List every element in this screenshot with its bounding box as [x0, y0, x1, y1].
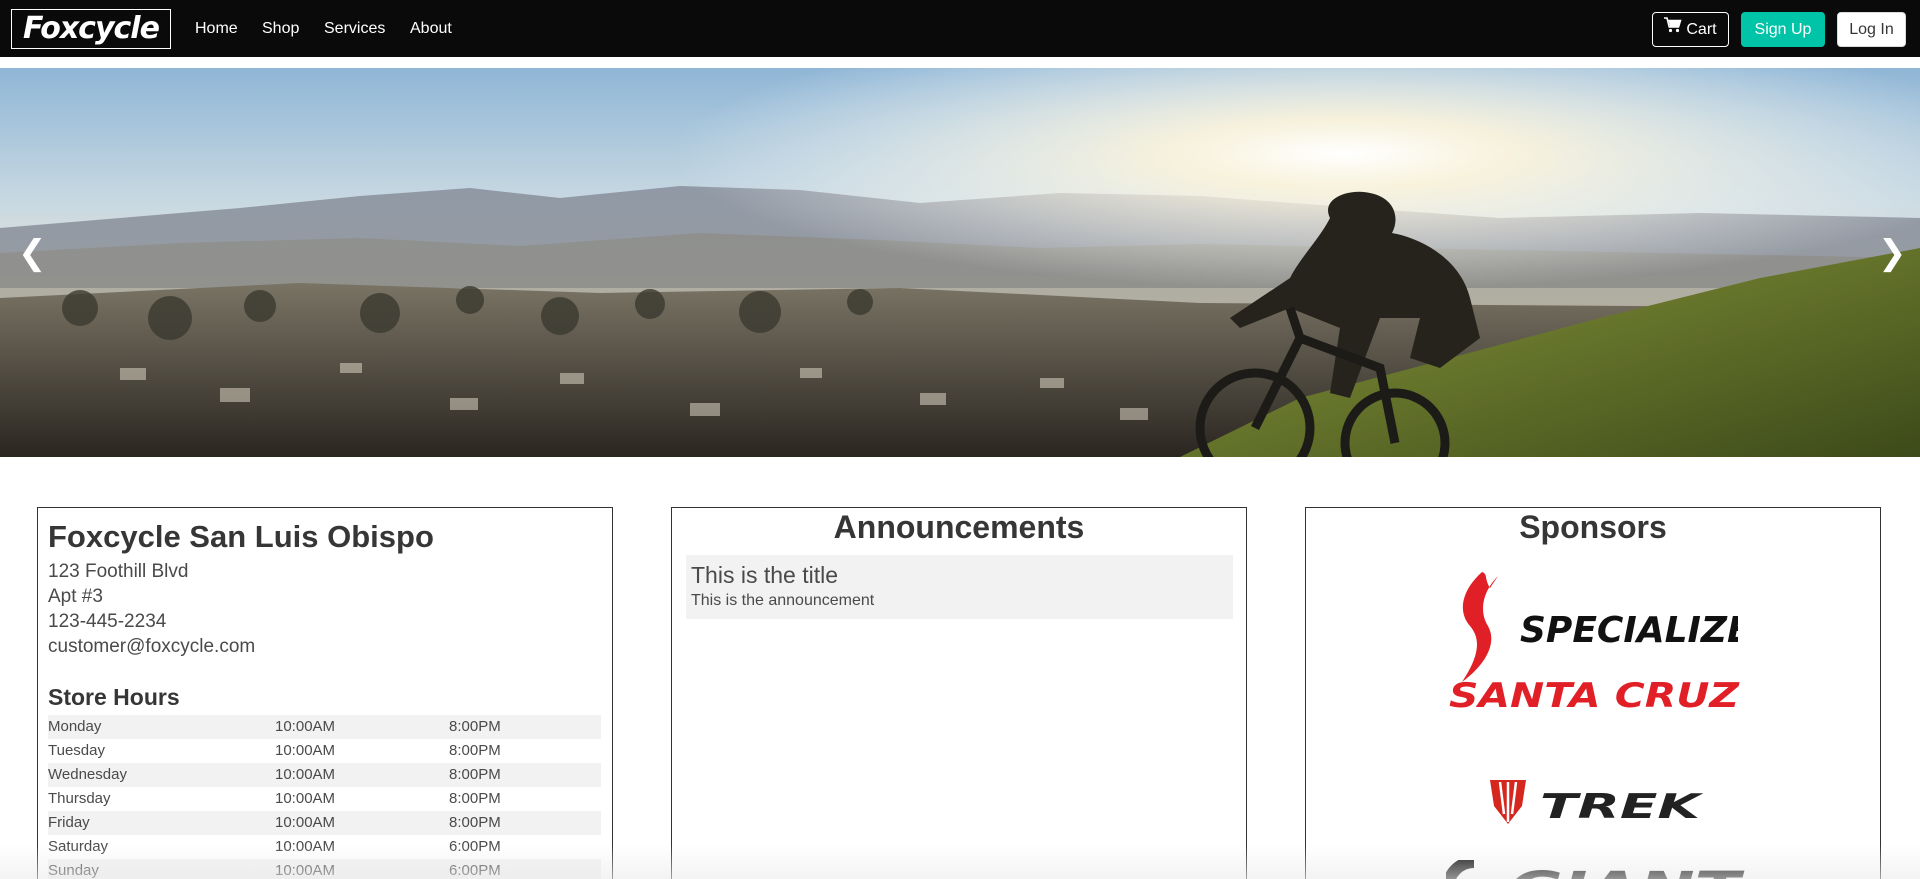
sponsors-heading: Sponsors: [1519, 509, 1667, 545]
hours-day: Saturday: [48, 838, 109, 855]
hours-open: 10:00AM: [275, 838, 336, 855]
hours-open: 10:00AM: [275, 814, 336, 831]
specialized-logo[interactable]: SPECIALIZED: [1454, 570, 1738, 685]
carousel-next-button[interactable]: ❯: [1878, 233, 1907, 273]
giant-logo[interactable]: GIANT: [1446, 860, 1746, 879]
hero-slide-image: [0, 68, 1920, 457]
brand-logo[interactable]: Foxcycle: [11, 9, 171, 49]
nav-about-link[interactable]: About: [410, 18, 452, 40]
hours-close: 6:00PM: [449, 862, 501, 879]
table-row: Thursday 10:00AM 8:00PM: [48, 787, 601, 811]
hours-day: Friday: [48, 814, 90, 831]
announcements-heading: Announcements: [833, 509, 1085, 545]
nav-home-link[interactable]: Home: [195, 18, 238, 40]
announcement-title: This is the title: [691, 562, 838, 588]
shopping-cart-icon: [1664, 12, 1682, 45]
trek-logo-text: TREK: [1540, 787, 1704, 827]
hero-carousel: ❮ ❯: [0, 68, 1920, 457]
navbar: Foxcycle Home Shop Services About Cart S…: [0, 0, 1920, 57]
specialized-logo-text: SPECIALIZED: [1520, 610, 1738, 651]
hours-day: Sunday: [48, 862, 99, 879]
hours-close: 8:00PM: [449, 790, 501, 807]
hours-open: 10:00AM: [275, 790, 336, 807]
hours-day: Wednesday: [48, 766, 127, 783]
announcement-item: This is the title This is the announceme…: [686, 555, 1233, 619]
carousel-prev-button[interactable]: ❮: [18, 233, 47, 273]
hours-close: 8:00PM: [449, 718, 501, 735]
cart-label: Cart: [1686, 21, 1717, 38]
nav-services-link[interactable]: Services: [324, 18, 385, 40]
hours-close: 8:00PM: [449, 742, 501, 759]
hours-close: 6:00PM: [449, 838, 501, 855]
table-row: Monday 10:00AM 8:00PM: [48, 715, 601, 739]
nav-shop-link[interactable]: Shop: [262, 18, 299, 40]
santa-cruz-logo[interactable]: SANTA CRUZ: [1449, 676, 1741, 712]
hours-close: 8:00PM: [449, 766, 501, 783]
hours-day: Monday: [48, 718, 102, 735]
store-email: customer@foxcycle.com: [48, 636, 256, 657]
address-line-2: Apt #3: [48, 586, 103, 607]
hours-open: 10:00AM: [275, 862, 336, 879]
announcement-body: This is the announcement: [691, 592, 875, 609]
store-name: Foxcycle San Luis Obispo: [48, 519, 434, 554]
table-row: Tuesday 10:00AM 8:00PM: [48, 739, 601, 763]
hours-day: Tuesday: [48, 742, 105, 759]
table-row: Saturday 10:00AM 6:00PM: [48, 835, 601, 859]
store-hours-title: Store Hours: [48, 684, 180, 710]
sign-up-button[interactable]: Sign Up: [1741, 12, 1825, 47]
hours-close: 8:00PM: [449, 814, 501, 831]
table-row: Friday 10:00AM 8:00PM: [48, 811, 601, 835]
store-info-panel: Foxcycle San Luis Obispo 123 Foothill Bl…: [37, 507, 613, 879]
giant-logo-text: GIANT: [1508, 862, 1745, 879]
sponsors-panel: Sponsors SPECIALIZED SANTA CRUZ TREK GIA…: [1305, 507, 1881, 879]
announcements-panel: Announcements This is the title This is …: [671, 507, 1247, 879]
trek-logo[interactable]: TREK: [1486, 776, 1706, 828]
hours-open: 10:00AM: [275, 742, 336, 759]
cart-button[interactable]: Cart: [1652, 12, 1729, 47]
store-phone: 123-445-2234: [48, 611, 167, 632]
hours-day: Thursday: [48, 790, 111, 807]
log-in-button[interactable]: Log In: [1837, 12, 1906, 47]
hours-open: 10:00AM: [275, 766, 336, 783]
store-hours-table: Monday 10:00AM 8:00PM Tuesday 10:00AM 8:00PM…: [48, 715, 601, 879]
address-line-1: 123 Foothill Blvd: [48, 561, 189, 582]
table-row: Sunday 10:00AM 6:00PM: [48, 859, 601, 879]
santa-cruz-logo-text: SANTA CRUZ: [1449, 676, 1741, 712]
hours-open: 10:00AM: [275, 718, 336, 735]
table-row: Wednesday 10:00AM 8:00PM: [48, 763, 601, 787]
